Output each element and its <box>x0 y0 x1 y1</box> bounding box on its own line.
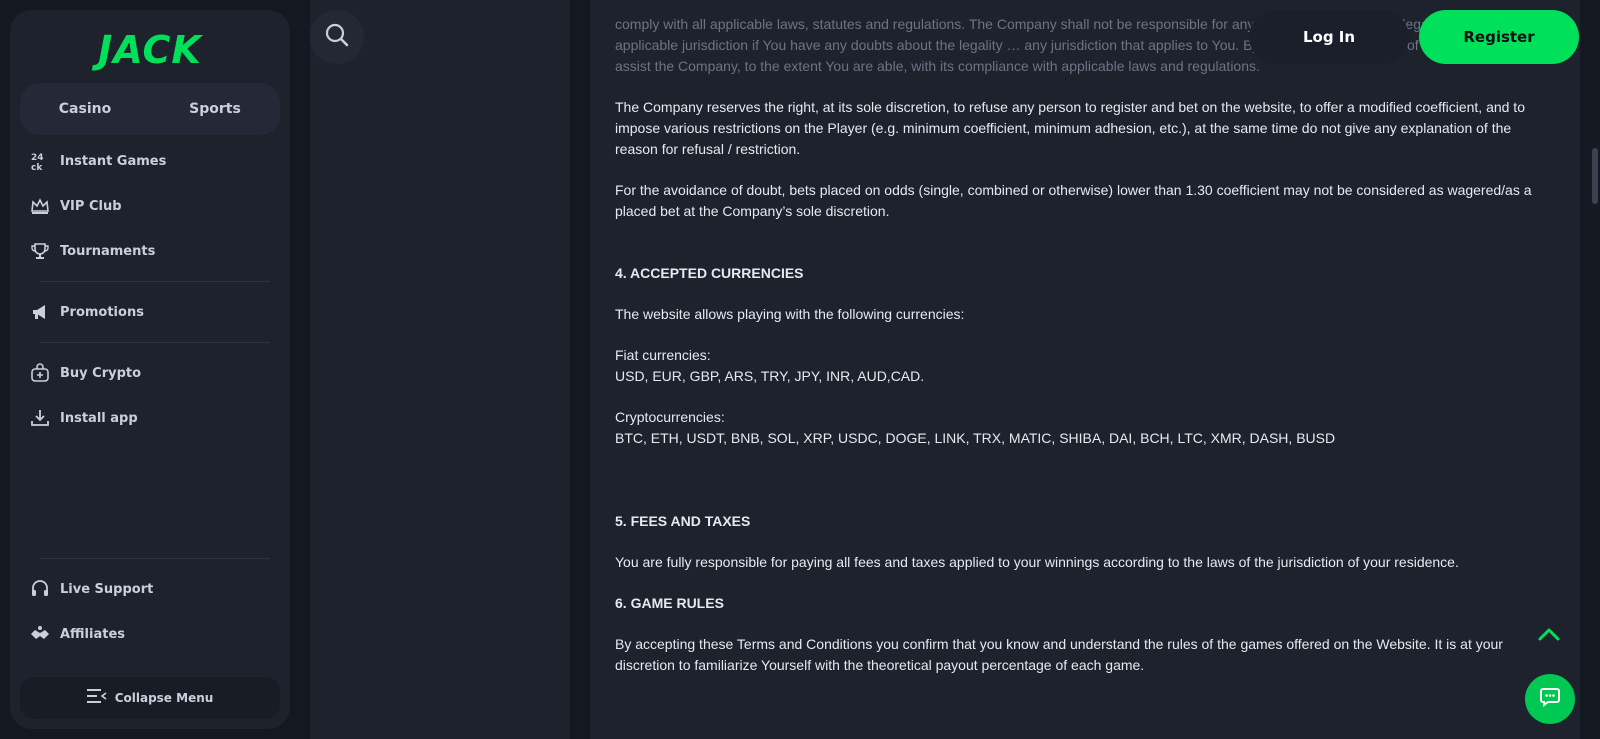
handshake-icon <box>30 624 50 644</box>
sidebar-item-tournaments[interactable]: Tournaments <box>30 233 270 269</box>
tab-sports[interactable]: Sports <box>150 83 280 135</box>
sidebar-item-instant-games[interactable]: 24 ck Instant Games <box>30 143 270 179</box>
crypto-label: Cryptocurrencies: <box>615 409 725 425</box>
casino-sports-switch: Casino Sports <box>20 83 280 135</box>
megaphone-icon <box>30 302 50 322</box>
chat-icon <box>1539 686 1561 713</box>
sidebar-item-promotions[interactable]: Promotions <box>30 294 270 330</box>
svg-text:24: 24 <box>31 153 44 163</box>
terms-text: comply with all applicable laws, statute… <box>615 14 1550 676</box>
instant-games-icon: 24 ck <box>30 151 50 171</box>
chevron-up-icon <box>1538 627 1560 646</box>
trophy-icon <box>30 241 50 261</box>
sidebar-item-affiliates[interactable]: Affiliates <box>30 616 270 652</box>
search-button[interactable] <box>310 10 364 64</box>
secondary-panel <box>310 0 570 739</box>
collapse-menu-button[interactable]: Collapse Menu <box>20 677 280 719</box>
crown-icon <box>30 196 50 216</box>
svg-text:ck: ck <box>31 163 43 171</box>
jack-logo[interactable]: JACK <box>10 28 290 72</box>
sidebar-divider <box>40 342 270 343</box>
terms-paragraph: The Company reserves the right, at its s… <box>615 99 1525 157</box>
search-icon <box>324 22 350 53</box>
fiat-list: USD, EUR, GBP, ARS, TRY, JPY, INR, AUD,C… <box>615 368 925 384</box>
terms-paragraph: For the avoidance of doubt, bets placed … <box>615 182 1532 219</box>
crypto-list: BTC, ETH, USDT, BNB, SOL, XRP, USDC, DOG… <box>615 430 1336 446</box>
sidebar-item-label: Live Support <box>60 581 154 597</box>
section-heading: 5. FEES AND TAXES <box>615 513 751 529</box>
page-scrollbar[interactable] <box>1590 0 1600 739</box>
download-icon <box>30 408 50 428</box>
sidebar-item-label: Install app <box>60 410 138 426</box>
sidebar-item-label: Tournaments <box>60 243 156 259</box>
collapse-menu-label: Collapse Menu <box>114 691 214 705</box>
terms-paragraph: The website allows playing with the foll… <box>615 306 965 322</box>
sidebar-item-label: Promotions <box>60 304 144 320</box>
sidebar-divider <box>40 281 270 282</box>
terms-content: comply with all applicable laws, statute… <box>590 0 1580 739</box>
live-chat-button[interactable] <box>1525 674 1575 724</box>
sidebar-item-vip-club[interactable]: VIP Club <box>30 188 270 224</box>
sidebar-item-label: Affiliates <box>60 626 126 642</box>
sidebar: JACK Casino Sports 24 ck Instant Games VI… <box>10 10 290 729</box>
terms-paragraph: You are fully responsible for paying all… <box>615 554 1459 570</box>
terms-paragraph: comply with all applicable laws, statute… <box>615 16 1534 74</box>
buy-crypto-icon <box>30 363 50 383</box>
terms-paragraph: By accepting these Terms and Conditions … <box>615 636 1503 673</box>
tab-casino[interactable]: Casino <box>20 83 150 135</box>
sidebar-item-install-app[interactable]: Install app <box>30 400 270 436</box>
section-heading: 6. GAME RULES <box>615 595 724 611</box>
sidebar-divider <box>40 558 270 559</box>
register-button[interactable]: Register <box>1419 10 1579 64</box>
login-button[interactable]: Log In <box>1249 10 1409 64</box>
scrollbar-thumb[interactable] <box>1592 148 1598 204</box>
sidebar-item-label: Instant Games <box>60 153 167 169</box>
sidebar-item-buy-crypto[interactable]: Buy Crypto <box>30 355 270 391</box>
sidebar-item-label: Buy Crypto <box>60 365 142 381</box>
sidebar-item-label: VIP Club <box>60 198 122 214</box>
scroll-to-top-button[interactable] <box>1521 611 1577 661</box>
headset-icon <box>30 579 50 599</box>
sidebar-item-live-support[interactable]: Live Support <box>30 571 270 607</box>
section-heading: 4. ACCEPTED CURRENCIES <box>615 265 804 281</box>
fiat-label: Fiat currencies: <box>615 347 711 363</box>
logo-text: JACK <box>98 28 202 72</box>
collapse-menu-icon <box>86 688 107 708</box>
